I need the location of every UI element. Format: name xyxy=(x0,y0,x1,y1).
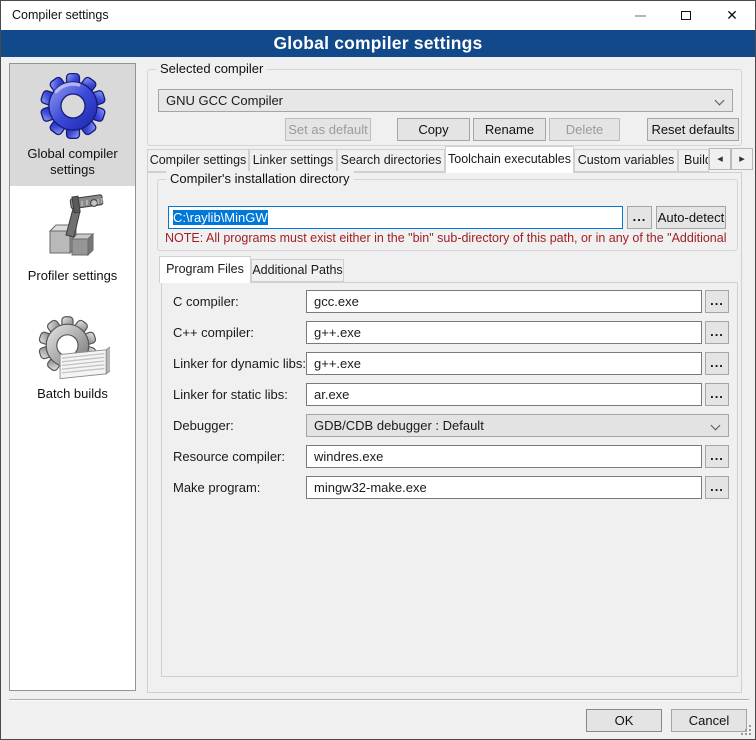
tab-scroll-right-button[interactable]: ▸ xyxy=(731,148,753,170)
sidebar-item-label: Batch builds xyxy=(10,384,135,410)
field-label-linker-static: Linker for static libs: xyxy=(173,383,308,406)
tab-compiler-settings[interactable]: Compiler settings xyxy=(147,149,249,172)
compiler-combobox[interactable]: GNU GCC Compiler xyxy=(158,89,733,112)
selected-compiler-group: Selected compiler GNU GCC Compiler Set a… xyxy=(147,69,742,146)
close-icon: ✕ xyxy=(726,7,738,24)
resource-compiler-input[interactable]: windres.exe xyxy=(306,445,702,468)
debugger-combobox-value: GDB/CDB debugger : Default xyxy=(314,418,484,433)
sidebar-item-profiler-settings[interactable]: Profiler settings xyxy=(10,186,135,304)
titlebar[interactable]: Compiler settings ✕ xyxy=(1,1,755,30)
linker-dynamic-input[interactable]: g++.exe xyxy=(306,352,702,375)
resize-grip[interactable] xyxy=(741,725,751,735)
browse-linker-static-button[interactable]: ... xyxy=(705,383,729,406)
rename-button[interactable]: Rename xyxy=(473,118,546,141)
field-label-cpp-compiler: C++ compiler: xyxy=(173,321,308,344)
maximize-button[interactable] xyxy=(663,1,709,30)
compiler-settings-dialog: Compiler settings ✕ Global compiler sett… xyxy=(0,0,756,740)
field-label-c-compiler: C compiler: xyxy=(173,290,308,313)
settings-tabstrip: Compiler settings Linker settings Search… xyxy=(147,146,753,172)
sidebar-item-global-compiler-settings[interactable]: Global compiler settings xyxy=(10,64,135,186)
ok-button[interactable]: OK xyxy=(586,709,662,732)
sidebar-item-label: Profiler settings xyxy=(10,266,135,292)
subtab-program-files[interactable]: Program Files xyxy=(159,256,251,283)
tab-scroll-left-button[interactable]: ◂ xyxy=(709,148,731,170)
browse-c-compiler-button[interactable]: ... xyxy=(705,290,729,313)
subtab-additional-paths[interactable]: Additional Paths xyxy=(251,259,344,282)
tab-toolchain-executables[interactable]: Toolchain executables xyxy=(445,146,574,173)
browse-cpp-compiler-button[interactable]: ... xyxy=(705,321,729,344)
tab-build-options-truncated[interactable]: Build xyxy=(678,149,709,172)
gray-gear-stack-icon xyxy=(36,314,110,388)
tab-search-directories[interactable]: Search directories xyxy=(337,149,445,172)
reset-defaults-button[interactable]: Reset defaults xyxy=(647,118,739,141)
installation-directory-group: Compiler's installation directory C:\ray… xyxy=(157,179,738,251)
group-legend: Compiler's installation directory xyxy=(166,171,354,186)
installation-directory-input[interactable]: C:\raylib\MinGW xyxy=(168,206,623,229)
debugger-combobox[interactable]: GDB/CDB debugger : Default xyxy=(306,414,729,437)
sidebar-item-label: Global compiler settings xyxy=(10,144,135,186)
caliper-icon xyxy=(36,191,110,265)
page-title: Global compiler settings xyxy=(273,33,482,54)
cancel-button[interactable]: Cancel xyxy=(671,709,747,732)
group-legend: Selected compiler xyxy=(156,61,267,76)
settings-category-list: Global compiler settings xyxy=(9,63,136,691)
browse-make-program-button[interactable]: ... xyxy=(705,476,729,499)
field-label-linker-dynamic: Linker for dynamic libs: xyxy=(173,352,308,375)
field-label-resource-compiler: Resource compiler: xyxy=(173,445,308,468)
browse-directory-button[interactable]: ... xyxy=(627,206,652,229)
sidebar-item-batch-builds[interactable]: Batch builds xyxy=(10,304,135,426)
minimize-button[interactable] xyxy=(617,1,663,30)
compiler-combobox-value: GNU GCC Compiler xyxy=(166,93,283,108)
field-label-debugger: Debugger: xyxy=(173,414,308,437)
linker-static-input[interactable]: ar.exe xyxy=(306,383,702,406)
tab-linker-settings[interactable]: Linker settings xyxy=(249,149,337,172)
maximize-icon xyxy=(681,11,691,20)
set-as-default-button[interactable]: Set as default xyxy=(285,118,371,141)
dialog-banner: Global compiler settings xyxy=(1,30,755,57)
cpp-compiler-input[interactable]: g++.exe xyxy=(306,321,702,344)
c-compiler-input[interactable]: gcc.exe xyxy=(306,290,702,313)
program-files-tabstrip: Program Files Additional Paths xyxy=(159,256,459,282)
close-button[interactable]: ✕ xyxy=(709,1,755,30)
copy-button[interactable]: Copy xyxy=(397,118,470,141)
chevron-down-icon xyxy=(711,421,721,431)
auto-detect-button[interactable]: Auto-detect xyxy=(656,206,726,229)
footer-divider xyxy=(9,699,749,701)
delete-button[interactable]: Delete xyxy=(549,118,620,141)
selected-path-text: C:\raylib\MinGW xyxy=(173,210,268,225)
window-title: Compiler settings xyxy=(12,1,109,30)
tab-custom-variables[interactable]: Custom variables xyxy=(574,149,678,172)
arrow-right-icon: ▸ xyxy=(739,153,745,165)
field-label-make-program: Make program: xyxy=(173,476,308,499)
minimize-icon xyxy=(635,15,646,17)
blue-gear-icon xyxy=(36,69,110,143)
make-program-input[interactable]: mingw32-make.exe xyxy=(306,476,702,499)
arrow-left-icon: ◂ xyxy=(717,153,723,165)
chevron-down-icon xyxy=(715,96,725,106)
browse-resource-compiler-button[interactable]: ... xyxy=(705,445,729,468)
browse-linker-dynamic-button[interactable]: ... xyxy=(705,352,729,375)
note-text: NOTE: All programs must exist either in … xyxy=(165,231,733,245)
